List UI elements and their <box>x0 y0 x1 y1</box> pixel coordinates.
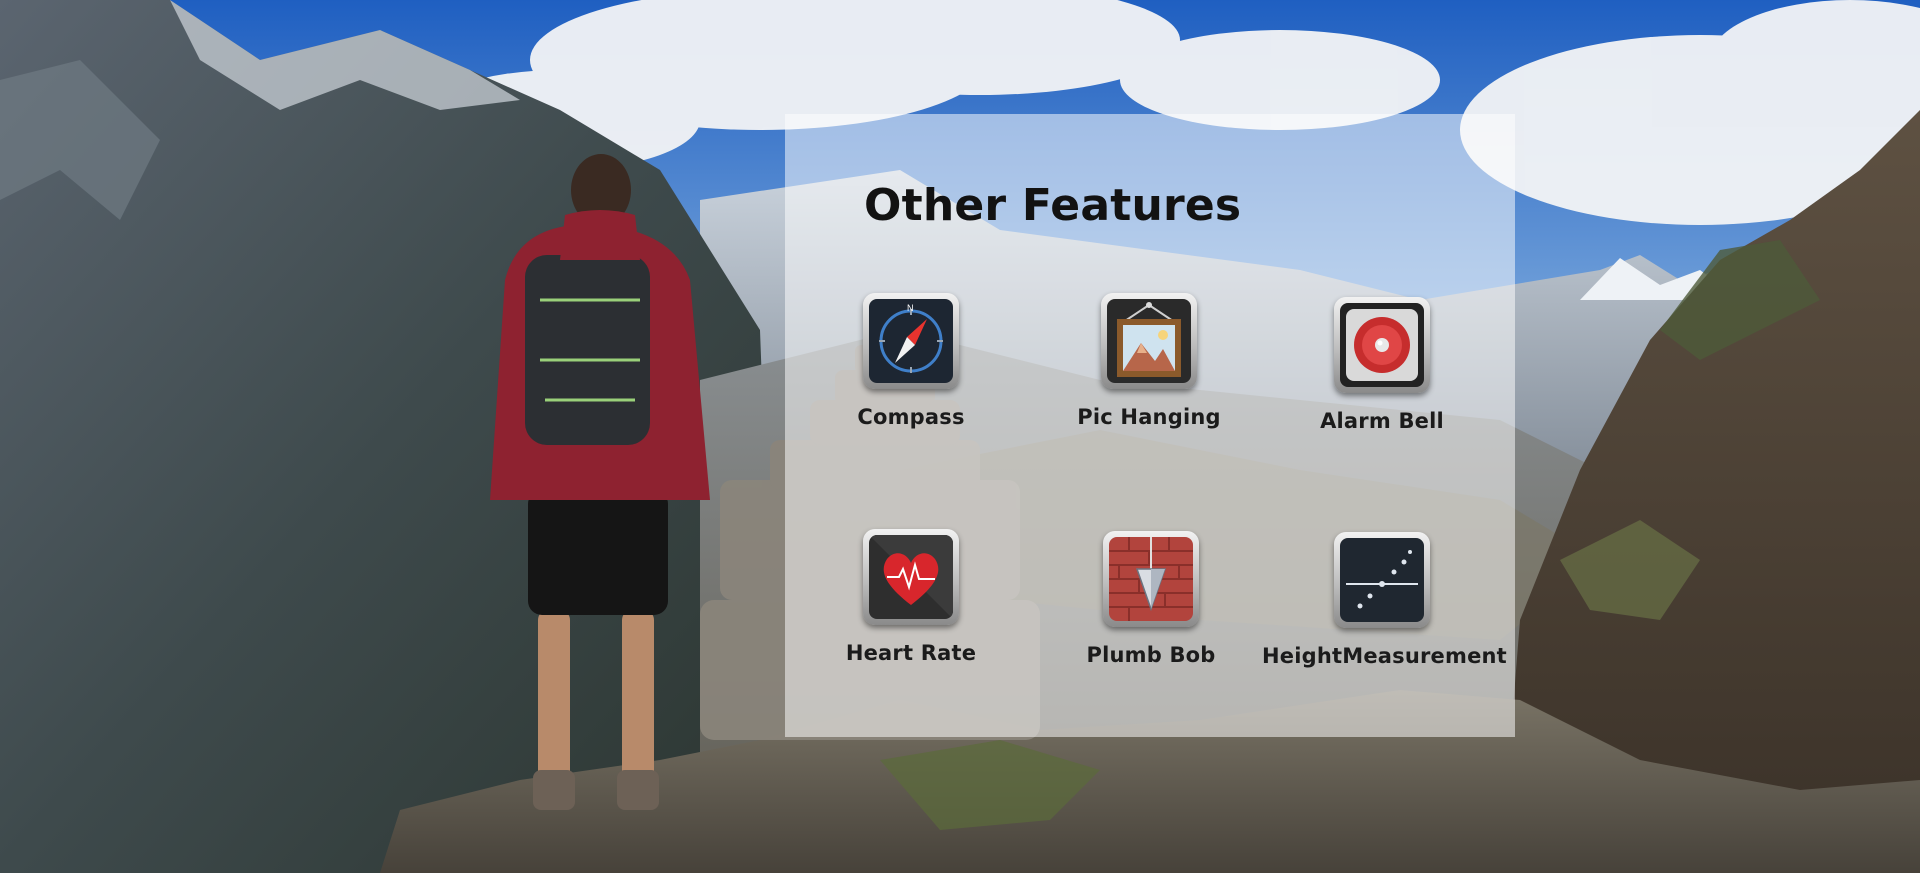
svg-text:N: N <box>907 303 914 313</box>
height-measurement-icon <box>1340 538 1424 622</box>
feature-compass-button[interactable]: N Compass <box>811 293 1011 453</box>
feature-tile <box>1334 297 1430 393</box>
feature-alarm-bell-button[interactable]: Alarm Bell <box>1282 297 1482 457</box>
feature-tile <box>1101 293 1197 389</box>
feature-label: Alarm Bell <box>1320 409 1444 433</box>
heart-rate-icon <box>869 535 953 619</box>
feature-label: HeightMeasurement <box>1262 644 1507 668</box>
feature-tile <box>1103 531 1199 627</box>
feature-tile: N <box>863 293 959 389</box>
feature-tile <box>1334 532 1430 628</box>
feature-tile <box>863 529 959 625</box>
feature-heart-rate-button[interactable]: Heart Rate <box>811 529 1011 689</box>
compass-icon: N <box>869 299 953 383</box>
feature-label: Heart Rate <box>845 641 977 665</box>
page-title: Other Features <box>864 180 1242 231</box>
plumb-bob-icon <box>1109 537 1193 621</box>
picture-frame-icon <box>1107 299 1191 383</box>
feature-label: Pic Hanging <box>1077 405 1221 429</box>
feature-label: Compass <box>857 405 965 429</box>
feature-label: Plumb Bob <box>1086 643 1216 667</box>
feature-plumb-bob-button[interactable]: Plumb Bob <box>1051 531 1251 691</box>
feature-height-measurement-button[interactable]: HeightMeasurement <box>1262 532 1507 692</box>
alarm-bell-icon <box>1340 303 1424 387</box>
feature-pic-hanging-button[interactable]: Pic Hanging <box>1049 293 1249 453</box>
